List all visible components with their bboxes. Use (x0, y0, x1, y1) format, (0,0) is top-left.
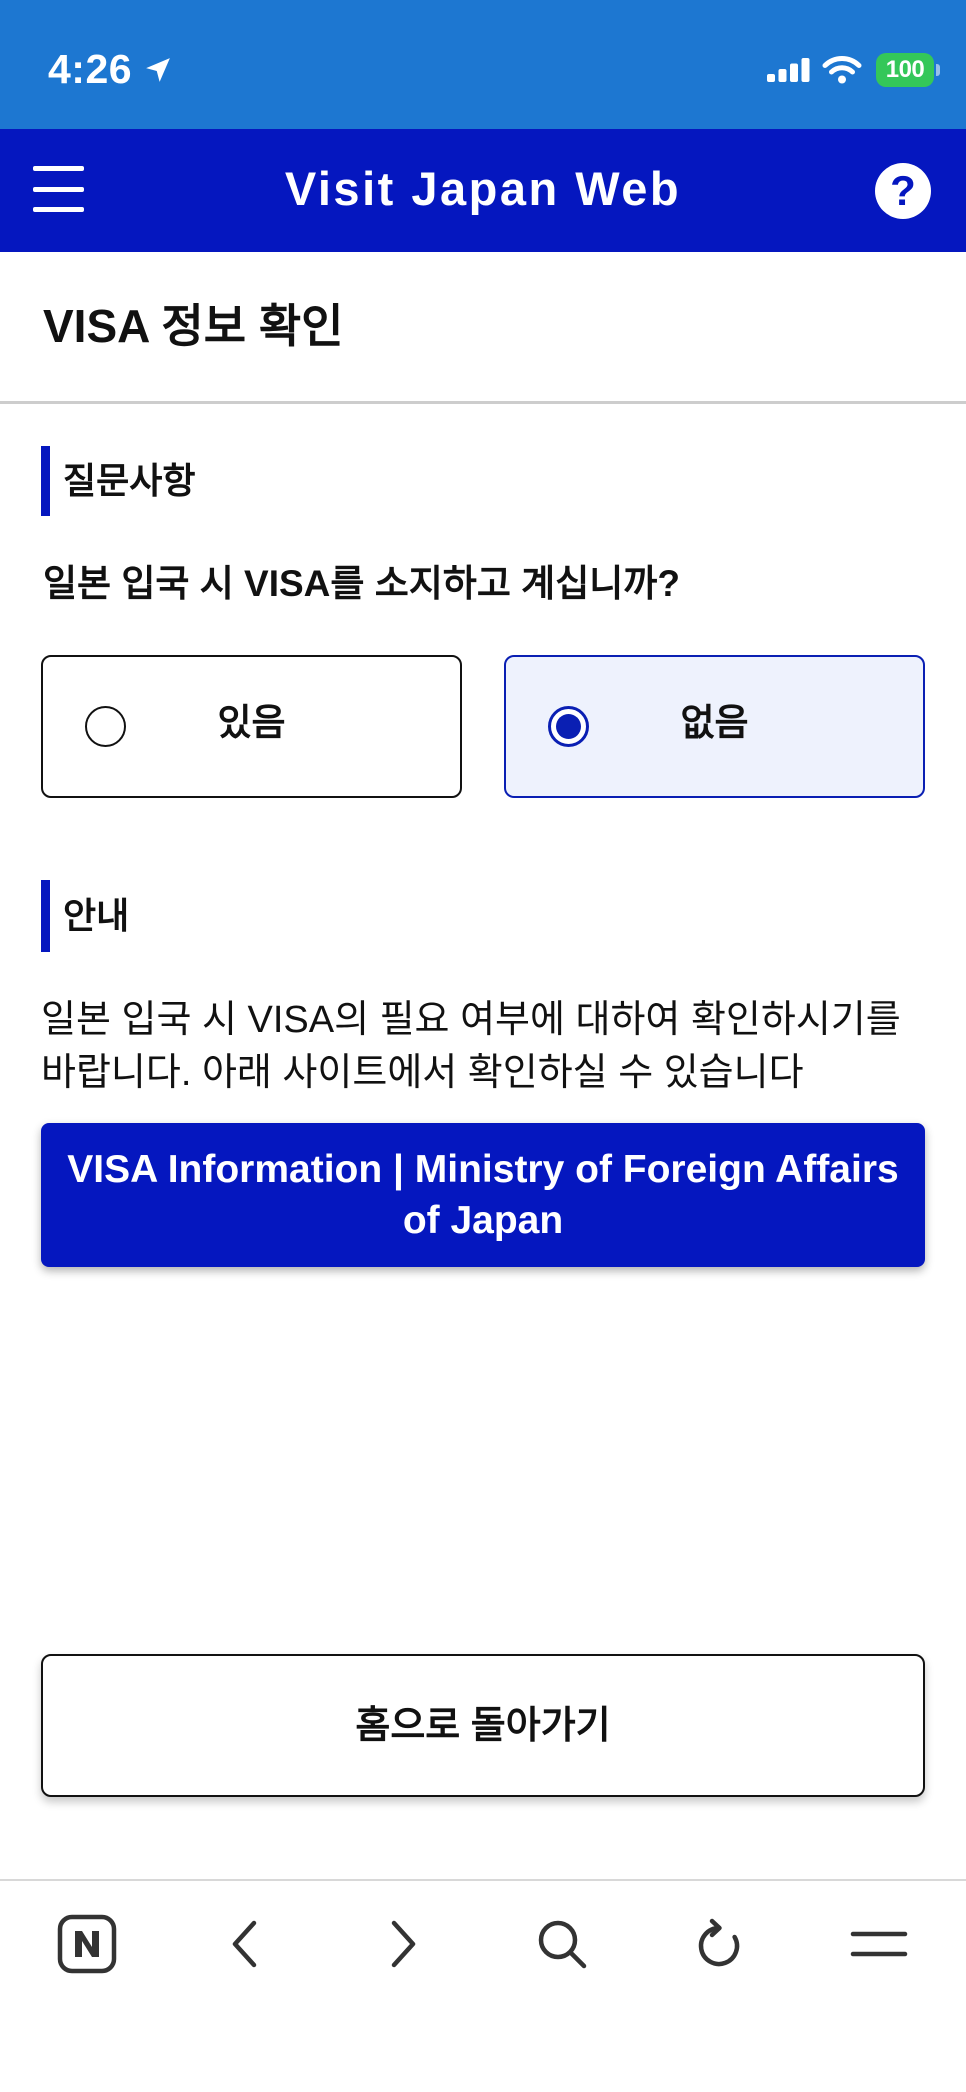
radio-button[interactable] (85, 706, 126, 747)
status-bar: 4:26 100 (0, 0, 966, 129)
search-icon (538, 1920, 587, 1969)
radio-button[interactable] (548, 706, 589, 747)
browser-menu-button[interactable] (850, 1929, 908, 1959)
reload-button[interactable] (692, 1916, 748, 1972)
menu-icon (850, 1931, 908, 1957)
option-label: 있음 (217, 701, 286, 743)
location-arrow-icon (146, 58, 170, 82)
page-title: VISA 정보 확인 (43, 300, 344, 352)
section-accent-bar (41, 880, 50, 952)
naver-home-button[interactable] (57, 1914, 117, 1974)
wifi-icon (822, 55, 862, 84)
back-to-home-label: 홈으로 돌아가기 (355, 1704, 611, 1747)
title-divider (0, 401, 966, 404)
chevron-right-icon (391, 1920, 416, 1968)
app-header: Visit Japan Web ? (0, 129, 966, 252)
visa-info-link-button[interactable]: VISA Information | Ministry of Foreign A… (41, 1123, 925, 1267)
search-button[interactable] (534, 1916, 590, 1972)
forward-button[interactable] (389, 1919, 419, 1969)
battery-nub (936, 64, 940, 76)
radio-dot (556, 714, 581, 739)
section-heading-info: 안내 (63, 895, 130, 936)
back-to-home-button[interactable]: 홈으로 돌아가기 (41, 1654, 925, 1797)
chevron-left-icon (232, 1920, 257, 1968)
back-button[interactable] (229, 1919, 259, 1969)
cellular-signal-icon (767, 58, 810, 82)
visa-info-link-label: VISA Information | Ministry of Foreign A… (67, 1148, 899, 1242)
section-heading-question: 질문사항 (63, 460, 196, 501)
reload-icon (698, 1918, 740, 1967)
app-title: Visit Japan Web (284, 162, 682, 215)
visa-question: 일본 입국 시 VISA를 소지하고 계십니까? (43, 563, 680, 604)
browser-toolbar (0, 1879, 966, 2092)
section-accent-bar (41, 446, 50, 516)
naver-n-icon (57, 1914, 117, 1974)
option-yes[interactable]: 있음 (41, 655, 462, 798)
option-label: 없음 (680, 701, 749, 743)
help-icon[interactable]: ? (875, 163, 931, 219)
info-text: 일본 입국 시 VISA의 필요 여부에 대하여 확인하시기를 바랍니다. 아래… (41, 999, 901, 1094)
status-time: 4:26 (48, 46, 133, 92)
option-no[interactable]: 없음 (504, 655, 925, 798)
battery-icon: 100 (876, 53, 934, 87)
